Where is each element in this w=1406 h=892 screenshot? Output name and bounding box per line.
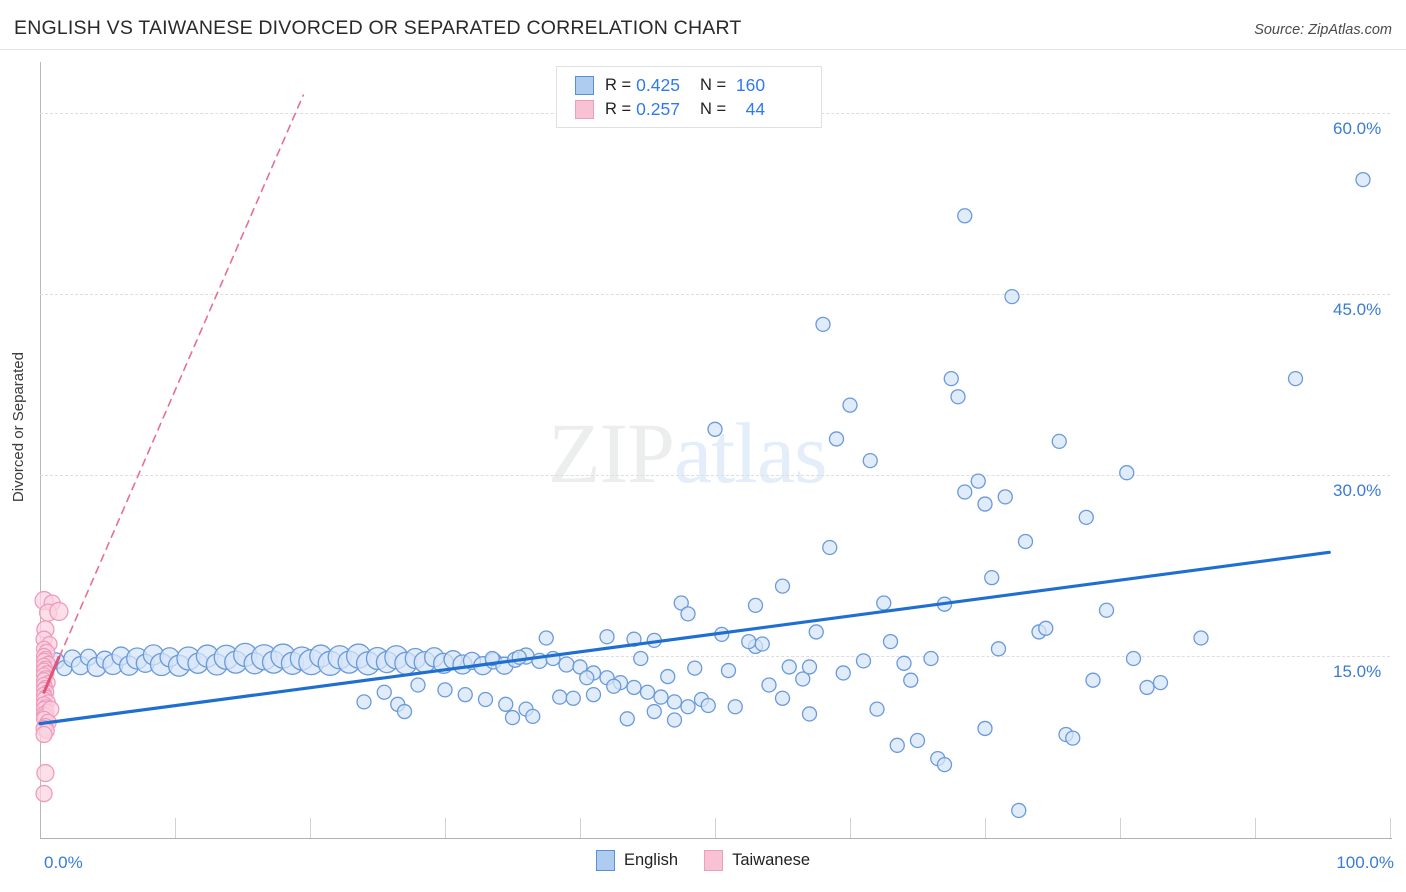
series-swatch-english bbox=[595, 850, 615, 871]
source-attribution: Source: ZipAtlas.com bbox=[1254, 22, 1392, 38]
y-axis-tick-label: 15.0% bbox=[1333, 662, 1382, 682]
legend-swatch-english bbox=[575, 75, 594, 95]
series-swatch-taiwanese bbox=[704, 850, 724, 871]
series-label-taiwanese: Taiwanese bbox=[732, 851, 811, 869]
x-axis-tick bbox=[580, 818, 581, 838]
series-legend-item-taiwanese[interactable]: Taiwanese bbox=[704, 850, 810, 871]
correlation-chart: ENGLISH VS TAIWANESE DIVORCED OR SEPARAT… bbox=[0, 0, 1406, 892]
correlation-legend: R = 0.425 N = 160 R = 0.257 N = 44 bbox=[556, 66, 822, 128]
x-axis-tick bbox=[850, 818, 851, 838]
trendline-taiwanese bbox=[43, 94, 305, 694]
legend-n-label-english: N = bbox=[699, 75, 727, 94]
page-title: ENGLISH VS TAIWANESE DIVORCED OR SEPARAT… bbox=[14, 17, 742, 39]
x-axis-tick bbox=[1390, 818, 1391, 838]
series-legend-item-english[interactable]: English bbox=[595, 850, 679, 871]
x-axis-tick bbox=[985, 818, 986, 838]
header-divider bbox=[0, 49, 1406, 50]
x-axis-tick bbox=[175, 818, 176, 838]
trendline-english bbox=[38, 550, 1331, 726]
legend-swatch-taiwanese bbox=[575, 99, 594, 119]
plot-area bbox=[34, 65, 1390, 837]
legend-r-label-english: R = bbox=[605, 75, 632, 94]
x-axis-tick bbox=[445, 818, 446, 838]
legend-r-value-taiwanese: 0.257 bbox=[636, 98, 680, 119]
x-axis-tick bbox=[310, 818, 311, 838]
y-axis-tick-label: 30.0% bbox=[1333, 481, 1382, 501]
x-axis-tick bbox=[1120, 818, 1121, 838]
y-axis-tick-label: 60.0% bbox=[1333, 119, 1382, 139]
x-axis-line bbox=[40, 838, 1392, 839]
legend-row-taiwanese: R = 0.257 N = 44 bbox=[575, 97, 821, 121]
series-label-english: English bbox=[623, 851, 679, 869]
legend-row-english: R = 0.425 N = 160 bbox=[575, 73, 821, 97]
series-legend: English Taiwanese bbox=[0, 850, 1406, 871]
trendlines-layer bbox=[38, 94, 1331, 726]
legend-n-value-english: 160 bbox=[735, 74, 766, 95]
y-axis-tick-label: 45.0% bbox=[1333, 300, 1382, 320]
y-axis-title: Divorced or Separated bbox=[10, 352, 27, 503]
legend-r-label-taiwanese: R = bbox=[605, 99, 632, 118]
x-axis-tick bbox=[1255, 818, 1256, 838]
x-axis-tick bbox=[715, 818, 716, 838]
legend-r-value-english: 0.425 bbox=[636, 74, 680, 95]
legend-n-value-taiwanese: 44 bbox=[745, 98, 766, 119]
legend-n-label-taiwanese: N = bbox=[699, 99, 727, 118]
trendline-taiwanese-base bbox=[42, 655, 61, 694]
